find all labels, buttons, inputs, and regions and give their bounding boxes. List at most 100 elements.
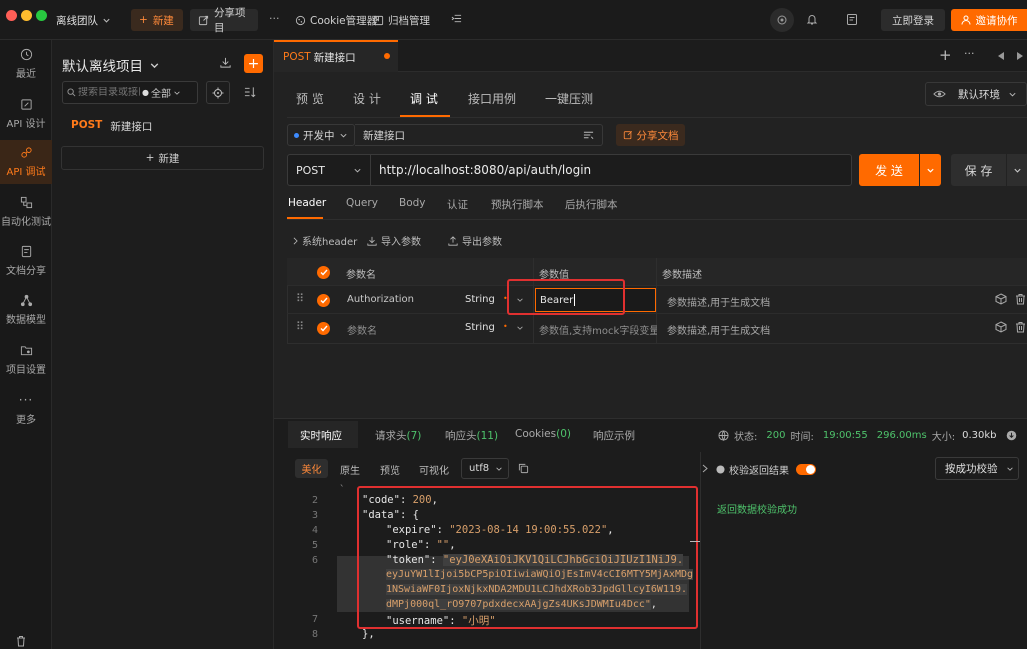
nav-doc-share[interactable]: 文档分享 bbox=[0, 239, 52, 283]
tab-more-icon[interactable]: ··· bbox=[964, 47, 975, 60]
chevron-down-icon bbox=[149, 60, 160, 71]
tab-preview[interactable]: 预 览 bbox=[296, 90, 324, 107]
cookie-manager-button[interactable]: Cookie管理器 bbox=[295, 13, 377, 28]
add-button[interactable]: + bbox=[244, 54, 263, 73]
row-checkbox[interactable] bbox=[317, 294, 330, 307]
share-project-button[interactable]: 分享项目 bbox=[190, 7, 258, 34]
param-type-select[interactable]: String bbox=[465, 294, 495, 305]
nav-data-model[interactable]: 数据模型 bbox=[0, 288, 52, 332]
bell-icon[interactable] bbox=[806, 13, 818, 26]
invite-button[interactable]: 邀请协作 bbox=[951, 9, 1027, 31]
tab-next-icon[interactable] bbox=[1017, 52, 1024, 60]
method-select[interactable]: POST bbox=[287, 154, 371, 186]
select-all-checkbox[interactable] bbox=[317, 266, 330, 279]
tab-debug[interactable]: 调 试 bbox=[410, 90, 438, 107]
nav-more[interactable]: ··· 更多 bbox=[0, 387, 52, 431]
tab-stress[interactable]: 一键压测 bbox=[545, 90, 593, 107]
tab-post-script[interactable]: 后执行脚本 bbox=[565, 197, 618, 212]
send-options-button[interactable] bbox=[920, 154, 941, 186]
notes-icon[interactable] bbox=[846, 13, 858, 26]
left-nav: 最近 API 设计 API 调试 自动化测试 文档分享 数据模型 项目设置 ··… bbox=[0, 40, 52, 649]
import-icon[interactable] bbox=[219, 56, 232, 69]
more-menu-icon[interactable]: ··· bbox=[269, 12, 280, 25]
tab-design[interactable]: 设 计 bbox=[353, 90, 381, 107]
param-value-field[interactable]: 参数值,支持mock字段变量 bbox=[539, 322, 657, 337]
view-pretty-button[interactable]: 美化 bbox=[295, 459, 328, 478]
team-name: 离线团队 bbox=[56, 15, 98, 27]
nav-api-debug[interactable]: API 调试 bbox=[0, 140, 52, 184]
window-maximize-button[interactable] bbox=[36, 10, 47, 21]
tab-response-example[interactable]: 响应示例 bbox=[593, 428, 635, 443]
tab-realtime[interactable]: 实时响应 bbox=[300, 428, 342, 443]
save-options-button[interactable] bbox=[1007, 154, 1027, 186]
download-icon[interactable] bbox=[1006, 430, 1017, 441]
environment-selector[interactable]: 默认环境 bbox=[925, 82, 1027, 106]
tab-cookies[interactable]: Cookies(0) bbox=[515, 428, 571, 440]
api-name-input[interactable]: 新建接口 bbox=[355, 124, 603, 146]
tab-header[interactable]: Header bbox=[288, 197, 326, 209]
delete-icon[interactable] bbox=[1015, 293, 1026, 305]
filter-select[interactable]: 全部 bbox=[151, 85, 171, 100]
archive-manager-button[interactable]: 归档管理 bbox=[373, 13, 430, 28]
param-name-field[interactable]: Authorization bbox=[347, 294, 414, 305]
url-input[interactable]: http://localhost:8080/api/auth/login bbox=[379, 163, 591, 177]
cube-icon[interactable] bbox=[995, 293, 1007, 305]
tab-prev-icon[interactable] bbox=[998, 52, 1005, 60]
window-minimize-button[interactable] bbox=[21, 10, 32, 21]
save-button[interactable]: 保 存 bbox=[951, 154, 1006, 186]
nav-api-design[interactable]: API 设计 bbox=[0, 92, 52, 136]
response-size: 0.30kb bbox=[962, 430, 997, 441]
sort-icon[interactable] bbox=[244, 86, 257, 98]
expand-icon[interactable] bbox=[702, 464, 708, 473]
import-params-button[interactable]: 导入参数 bbox=[367, 233, 421, 248]
encoding-select[interactable]: utf8 bbox=[461, 458, 509, 479]
new-button[interactable]: + 新建 bbox=[131, 9, 183, 31]
view-visual-button[interactable]: 可视化 bbox=[419, 462, 449, 477]
param-desc-field[interactable]: 参数描述,用于生成文档 bbox=[667, 322, 770, 337]
drag-handle-icon[interactable]: ⠿ bbox=[296, 320, 304, 333]
copy-icon[interactable] bbox=[518, 463, 529, 474]
validate-toggle[interactable] bbox=[796, 464, 816, 475]
tab-body[interactable]: Body bbox=[399, 197, 426, 209]
collapse-menu-icon[interactable] bbox=[451, 13, 462, 24]
param-name-field[interactable]: 参数名 bbox=[347, 322, 377, 337]
tree-new-button[interactable]: + 新建 bbox=[61, 146, 264, 170]
nav-auto-test[interactable]: 自动化测试 bbox=[0, 190, 52, 234]
send-button[interactable]: 发 送 bbox=[859, 154, 919, 186]
export-params-button[interactable]: 导出参数 bbox=[448, 233, 502, 248]
divider bbox=[287, 219, 1027, 220]
drag-handle-icon[interactable]: ⠿ bbox=[296, 292, 304, 305]
search-input[interactable] bbox=[78, 87, 140, 98]
tab-auth[interactable]: 认证 bbox=[447, 197, 468, 212]
delete-icon[interactable] bbox=[1015, 321, 1026, 333]
tab-request-headers[interactable]: 请求头(7) bbox=[375, 428, 421, 443]
trash-icon[interactable] bbox=[15, 635, 27, 647]
view-raw-button[interactable]: 原生 bbox=[340, 462, 360, 477]
share-doc-button[interactable]: 分享文档 bbox=[616, 124, 685, 146]
sync-icon[interactable] bbox=[770, 8, 794, 32]
cube-icon[interactable] bbox=[995, 321, 1007, 333]
validate-mode-select[interactable]: 按成功校验 bbox=[935, 457, 1019, 480]
project-selector[interactable]: 默认离线项目 bbox=[62, 55, 160, 75]
tab-response-headers[interactable]: 响应头(11) bbox=[445, 428, 498, 443]
tab-case[interactable]: 接口用例 bbox=[468, 90, 516, 107]
tree-item-new-api[interactable]: POST 新建接口 bbox=[71, 119, 152, 134]
status-select[interactable]: 开发中 bbox=[287, 124, 355, 146]
login-button[interactable]: 立即登录 bbox=[881, 9, 945, 31]
add-tab-icon[interactable]: + bbox=[939, 46, 952, 64]
param-desc-field[interactable]: 参数描述,用于生成文档 bbox=[667, 294, 770, 309]
team-selector[interactable]: 离线团队 bbox=[56, 13, 111, 28]
tab-query[interactable]: Query bbox=[346, 197, 378, 209]
window-close-button[interactable] bbox=[6, 10, 17, 21]
locate-icon[interactable] bbox=[206, 81, 230, 104]
system-header-toggle[interactable]: 系统header bbox=[292, 233, 357, 248]
tab-pre-script[interactable]: 预执行脚本 bbox=[491, 197, 544, 212]
text-format-icon[interactable] bbox=[583, 130, 594, 140]
row-checkbox[interactable] bbox=[317, 322, 330, 335]
chevron-down-icon bbox=[1013, 166, 1022, 175]
request-tab[interactable]: POST 新建接口 bbox=[274, 40, 398, 72]
view-preview-button[interactable]: 预览 bbox=[380, 462, 400, 477]
param-type-select[interactable]: String bbox=[465, 322, 495, 333]
nav-recent[interactable]: 最近 bbox=[0, 42, 52, 86]
nav-project-settings[interactable]: 项目设置 bbox=[0, 338, 52, 382]
